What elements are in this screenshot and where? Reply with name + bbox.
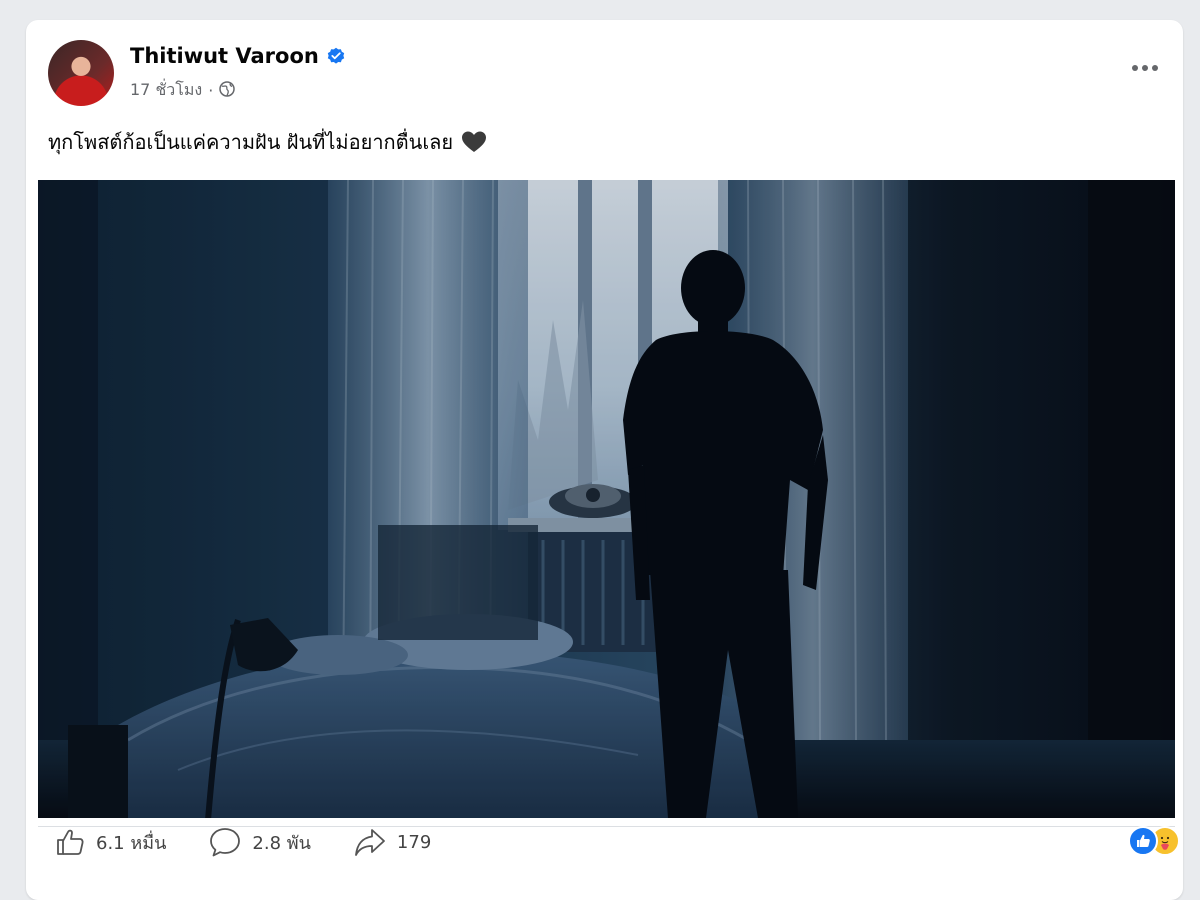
comment-bubble-icon: [208, 826, 242, 858]
more-options-icon[interactable]: [1127, 56, 1163, 80]
author-header: Thitiwut Varoon: [130, 44, 345, 68]
author-avatar[interactable]: [48, 40, 114, 106]
black-heart-icon: [461, 130, 487, 154]
share-count: 179: [396, 831, 432, 853]
post-message: ทุกโพสต์ก้อเป็นแค่ความฝัน ฝันที่ไม่อยากต…: [48, 130, 454, 154]
share-button[interactable]: 179: [353, 826, 431, 858]
like-reaction-icon: [1128, 826, 1158, 856]
post-meta: 17 ชั่วโมง ·: [130, 78, 236, 103]
reaction-summary[interactable]: [1128, 826, 1180, 856]
thumbs-up-icon: [54, 826, 86, 858]
post-text: ทุกโพสต์ก้อเป็นแค่ความฝัน ฝันที่ไม่อยากต…: [48, 126, 487, 158]
post-card: Thitiwut Varoon 17 ชั่วโมง · ทุกโพสต์ก้อ…: [26, 20, 1183, 900]
like-count: 6.1 หมื่น: [96, 832, 167, 854]
verified-badge-icon: [327, 47, 345, 65]
post-time[interactable]: 17 ชั่วโมง: [130, 78, 202, 103]
share-arrow-icon: [353, 826, 387, 858]
globe-icon: [219, 80, 236, 101]
comment-count: 2.8 พัน: [252, 832, 311, 854]
meta-separator: ·: [208, 81, 214, 100]
post-actions: 6.1 หมื่น 2.8 พัน 179: [26, 822, 473, 862]
author-name[interactable]: Thitiwut Varoon: [130, 44, 319, 68]
comment-button[interactable]: 2.8 พัน: [208, 826, 311, 858]
like-button[interactable]: 6.1 หมื่น: [54, 826, 166, 858]
post-photo[interactable]: [38, 180, 1175, 818]
